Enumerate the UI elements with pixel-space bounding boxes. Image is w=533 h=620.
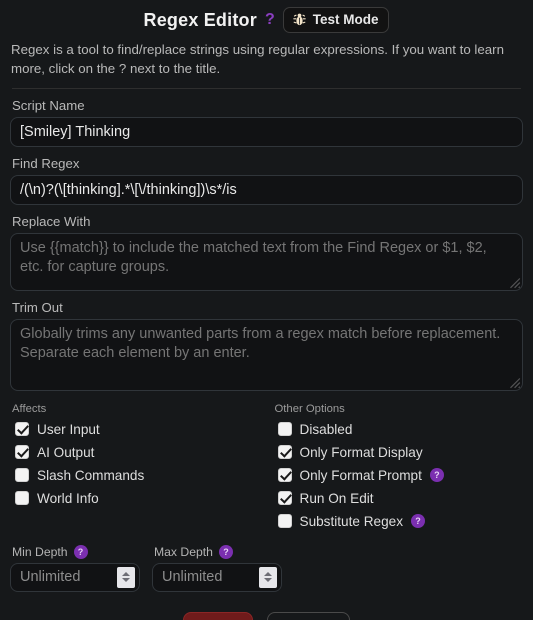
replace-with-wrapper [10,232,523,291]
min-depth-label-row: Min Depth ? [10,544,140,563]
checkbox-world-info[interactable] [15,491,29,506]
test-mode-button[interactable]: Test Mode [282,7,390,33]
checkbox-row-user-input[interactable]: User Input [10,418,267,441]
other-options-group-label: Other Options [274,402,345,415]
max-depth-input-wrapper [152,562,282,592]
checkbox-user-input[interactable] [15,422,29,437]
other-options-list: Disabled Only Format Display Only Format… [273,418,524,533]
checkbox-ai-output[interactable] [15,445,29,460]
other-options-column: Other Options Disabled Only Format Displ… [267,403,524,533]
min-depth-label: Min Depth [12,544,68,559]
checkbox-row-only-format-display[interactable]: Only Format Display [273,441,524,464]
checkbox-label: Substitute Regex [299,513,404,529]
page-title: Regex Editor [143,9,257,30]
checkbox-label: User Input [37,421,100,437]
checkbox-disabled[interactable] [277,422,292,437]
find-regex-input[interactable] [10,174,523,205]
checkbox-slash-commands[interactable] [15,468,29,483]
checkbox-row-world-info[interactable]: World Info [10,487,267,510]
script-name-label: Script Name [12,97,85,113]
script-name-input[interactable] [10,116,523,147]
chevron-up-icon[interactable] [122,572,130,577]
replace-with-label: Replace With [12,213,91,229]
affects-column: Affects User Input AI Output Slash Comma… [10,403,267,533]
checkbox-row-substitute-regex[interactable]: Substitute Regex ? [273,510,524,533]
help-icon-max-depth[interactable]: ? [218,544,233,559]
max-depth-cell: Max Depth ? [152,544,282,592]
trim-out-wrapper [10,318,523,391]
checkbox-substitute-regex[interactable] [277,514,292,529]
checkbox-row-ai-output[interactable]: AI Output [10,441,267,464]
chevron-down-icon[interactable] [264,578,272,583]
description-text: Regex is a tool to find/replace strings … [11,42,504,77]
checkbox-row-disabled[interactable]: Disabled [273,418,524,441]
chevron-down-icon[interactable] [122,578,130,583]
test-mode-label: Test Mode [312,12,379,27]
checkbox-label: Slash Commands [37,467,145,483]
max-depth-stepper[interactable] [259,566,277,588]
trim-out-label: Trim Out [12,299,63,315]
min-depth-input-wrapper [10,562,140,592]
affects-group-label: Affects [12,402,47,415]
checkbox-label: World Info [37,490,99,506]
checkbox-label: Disabled [299,421,353,437]
min-depth-stepper[interactable] [117,566,135,588]
cancel-button[interactable]: Cancel [267,611,350,620]
trim-out-textarea[interactable] [10,318,523,391]
footer-actions: Save Cancel [10,592,523,620]
checkbox-only-format-display[interactable] [277,445,292,460]
checkbox-row-only-format-prompt[interactable]: Only Format Prompt ? [273,464,524,487]
checkbox-label: Run On Edit [299,490,374,506]
affects-list: User Input AI Output Slash Commands Worl… [10,418,267,510]
regex-editor-panel: Regex Editor ? Test Mode Regex is a tool… [0,0,533,620]
options-columns: Affects User Input AI Output Slash Comma… [10,391,523,533]
depth-row: Min Depth ? Max Depth ? [10,533,523,592]
checkbox-run-on-edit[interactable] [277,491,292,506]
replace-with-textarea[interactable] [10,232,523,291]
title-help-icon[interactable]: ? [265,12,275,28]
checkbox-label: AI Output [37,444,95,460]
help-icon-substitute-regex[interactable]: ? [411,514,426,529]
checkbox-only-format-prompt[interactable] [277,468,292,483]
bug-icon [292,12,307,27]
checkbox-label: Only Format Display [299,444,423,460]
save-button[interactable]: Save [183,611,254,620]
header: Regex Editor ? Test Mode [10,0,523,34]
chevron-up-icon[interactable] [264,572,272,577]
help-icon-min-depth[interactable]: ? [73,544,88,559]
min-depth-cell: Min Depth ? [10,544,140,592]
help-icon-only-format-prompt[interactable]: ? [429,468,444,483]
max-depth-label-row: Max Depth ? [152,544,282,563]
checkbox-row-slash-commands[interactable]: Slash Commands [10,464,267,487]
max-depth-label: Max Depth [154,544,213,559]
checkbox-label: Only Format Prompt [299,467,422,483]
find-regex-label: Find Regex [12,155,80,171]
checkbox-row-run-on-edit[interactable]: Run On Edit [273,487,524,510]
